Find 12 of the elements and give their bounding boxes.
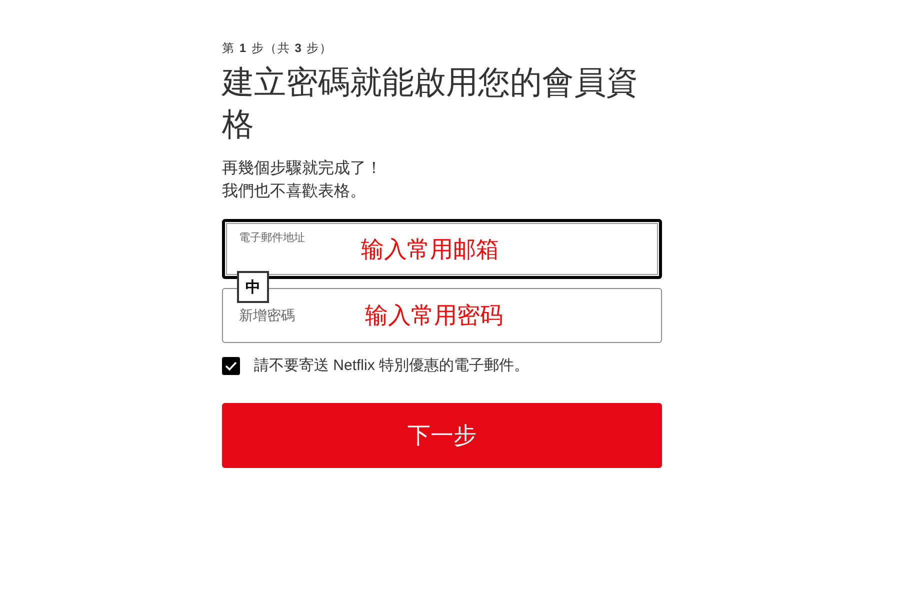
annotation-text: 输入常用邮箱 [361, 235, 499, 264]
step-indicator: 第 1 步（共 3 步） [222, 40, 334, 57]
ime-indicator: 中 [237, 271, 269, 303]
checkbox[interactable] [222, 356, 240, 374]
annotation-text: 输入常用密码 [365, 301, 503, 330]
check-icon [225, 360, 237, 370]
subtitle-line: 再幾個步驟就完成了！ [222, 158, 383, 179]
opt-out-checkbox[interactable]: 請不要寄送 Netflix 特別優惠的電子郵件。 [222, 356, 662, 375]
next-button[interactable]: 下一步 [222, 403, 662, 468]
subtitle-line: 我們也不喜歡表格。 [222, 182, 367, 202]
page-title: 建立密碼就能啟用您的會員資格 [222, 63, 639, 144]
input-field[interactable]: 電子郵件地址 输入常用邮箱 [222, 219, 662, 279]
